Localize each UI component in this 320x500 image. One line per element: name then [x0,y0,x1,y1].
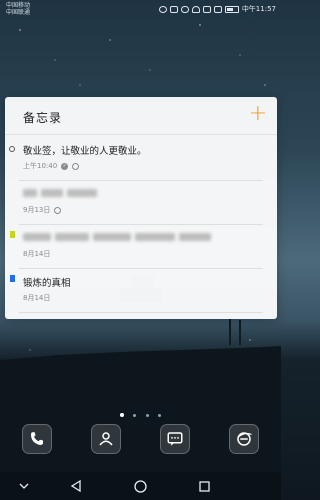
signal-1-icon [202,5,211,13]
page-dot [133,414,137,417]
note-date: 8月14日 [23,294,51,302]
navigation-bar [0,472,281,500]
blue-flag-icon [10,275,15,284]
alarm-icon [72,162,80,170]
note-title-blurred [23,231,215,242]
nfc-status-icon [169,5,178,13]
carrier-labels: 中国移动 中国联通 [6,2,30,16]
clock: 中午11:57 [241,5,276,13]
carrier-2: 中国联通 [6,9,31,16]
app-dock [0,424,281,458]
wifi-status-icon [191,5,200,13]
divider [19,312,263,313]
note-item[interactable]: 敬业签，让敬业的人更敬业。 上午10:40 ✓ [5,137,277,181]
browser-icon[interactable] [229,424,259,454]
open-circle-icon [9,146,15,152]
home-icon[interactable] [132,478,148,494]
phone-icon[interactable] [22,424,52,454]
back-icon[interactable] [68,478,84,494]
status-bar: 中国移动 中国联通 中午11:57 [0,0,281,18]
page-dot-active [120,413,125,417]
note-meta: 8月14日 [23,249,50,259]
note-item[interactable]: 8月14日 [5,225,277,269]
note-title-blurred [23,187,101,198]
alarm-icon [54,206,62,214]
yellow-flag-icon [10,231,15,240]
note-title: 敬业签，让敬业的人更敬业。 [23,146,147,157]
note-item[interactable]: 锻炼的真相 8月14日 [5,269,277,313]
page-indicator [0,402,281,421]
plus-icon[interactable]: + [249,103,267,125]
page-dot [145,414,149,417]
widget-header: 备忘录 + [5,97,277,135]
note-title: 锻炼的真相 [23,278,71,289]
note-date: 8月14日 [23,250,51,258]
page-dot [157,414,161,417]
widget-title: 备忘录 [23,111,63,125]
signal-2-icon [213,5,222,13]
check-icon: ✓ [61,162,69,170]
eye-status-icon [180,5,189,13]
recents-icon[interactable] [196,478,212,494]
collapse-chevron-icon[interactable] [16,478,32,494]
carrier-1: 中国移动 [6,2,31,9]
note-meta: 上午10:40 ✓ [23,161,80,171]
messages-icon[interactable] [160,424,190,454]
note-meta: 8月14日 [23,293,50,303]
note-date: 9月13日 [23,206,51,214]
alarm-status-icon [158,5,167,13]
battery-icon [224,5,239,13]
status-icons: 中午11:57 [158,4,276,14]
note-meta: 9月13日 [23,205,62,215]
note-item[interactable]: 9月13日 [5,181,277,225]
note-time: 上午10:40 [23,162,58,170]
memo-widget[interactable]: 备忘录 + 敬业签，让敬业的人更敬业。 上午10:40 ✓ 9月13日 8月14… [5,97,277,319]
contacts-icon[interactable] [91,424,121,454]
